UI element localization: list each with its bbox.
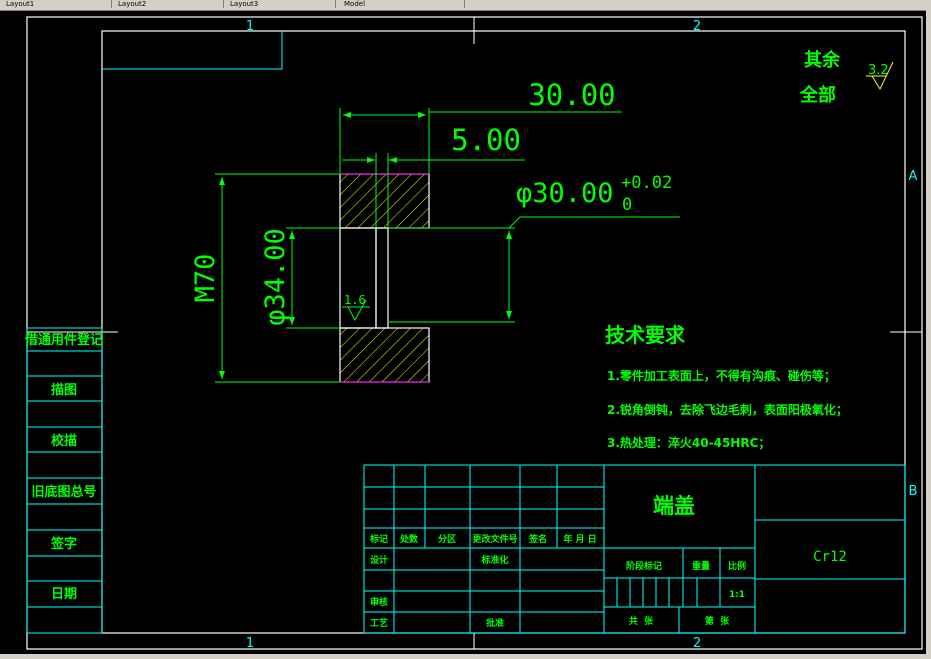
drawing-canvas[interactable]: 1 2 1 2 A B 其余 全部 3.2 30.00 5.00 φ30.00 … <box>0 10 926 654</box>
horizontal-scrollbar[interactable] <box>0 654 931 659</box>
side-panel-label-1: 借通用件登记 <box>24 332 103 348</box>
weight-label: 重量 <box>692 560 710 572</box>
side-panel-label-2: 描图 <box>51 382 77 398</box>
roughness-note: 其余 全部 3.2 <box>799 49 894 106</box>
material-value: Cr12 <box>813 549 847 565</box>
zone-letter-a: A <box>909 169 918 184</box>
tech-req-item-2: 2.锐角倒钝，去除飞边毛刺，表面阳极氧化； <box>607 402 848 417</box>
part-section-view <box>339 173 430 383</box>
side-panel-label-3: 校描 <box>51 433 77 449</box>
process-label: 工艺 <box>370 617 388 629</box>
dim-overall-length: 30.00 <box>528 78 615 112</box>
approve-label: 批准 <box>486 617 504 629</box>
header-label-date: 年 月 日 <box>563 533 596 545</box>
zone-number-bottom-left: 1 <box>246 636 254 651</box>
layout-tab-2[interactable]: Layout2 <box>114 0 224 8</box>
zone-number-top-right: 2 <box>693 19 701 34</box>
title-block: 标记 处数 分区 更改文件号 签名 年 月 日 设计 标准化 审核 工艺 批准 … <box>363 464 906 634</box>
side-panel-label-5: 签字 <box>50 536 77 552</box>
scale-label: 比例 <box>728 560 746 572</box>
dim-bore-tol-upper: +0.02 <box>621 173 672 193</box>
zone-number-top-left: 1 <box>246 19 254 34</box>
zone-number-bottom-right: 2 <box>693 636 701 651</box>
tech-req-item-3: 3.热处理：淬火40-45HRC； <box>607 435 770 450</box>
drawing-code-box <box>102 31 283 70</box>
total-sheets-label: 共 张 <box>629 615 654 627</box>
dim-bore-dia: φ30.00 <box>516 178 614 209</box>
dim-inner-dia: φ34.00 <box>260 228 291 326</box>
model-tab[interactable]: Model <box>340 0 465 8</box>
side-panel-label-4: 旧底图总号 <box>31 484 96 500</box>
design-label: 设计 <box>370 554 388 566</box>
stage-mark-label: 阶段标记 <box>626 560 662 572</box>
local-roughness-value: 1.6 <box>344 293 366 307</box>
standardize-label: 标准化 <box>480 554 508 566</box>
side-panel: 借通用件登记 描图 校描 旧底图总号 签字 日期 <box>24 327 103 634</box>
dim-step-width: 5.00 <box>451 123 521 157</box>
tech-req-title: 技术要求 <box>605 323 686 347</box>
roughness-note-line1: 其余 <box>804 49 841 71</box>
header-label-change-doc: 更改文件号 <box>472 533 517 545</box>
roughness-note-line2: 全部 <box>799 84 836 106</box>
layout-tab-3[interactable]: Layout3 <box>226 0 336 8</box>
part-name: 端盖 <box>653 494 695 518</box>
sheet-no-label: 第 张 <box>705 615 730 627</box>
review-label: 审核 <box>370 596 388 608</box>
dim-bore-tol-lower: 0 <box>622 195 632 215</box>
header-label-count: 处数 <box>399 533 419 545</box>
header-label-signature: 签名 <box>528 533 547 545</box>
header-label-mark: 标记 <box>369 533 388 545</box>
header-label-zone: 分区 <box>438 533 456 545</box>
tech-req-item-1: 1.零件加工表面上，不得有沟痕、碰伤等； <box>607 368 836 383</box>
layout-tab-1[interactable]: Layout1 <box>2 0 112 8</box>
zone-letter-b: B <box>909 484 918 499</box>
dim-thread: M70 <box>190 254 221 303</box>
vertical-scrollbar[interactable] <box>926 10 931 659</box>
side-panel-label-6: 日期 <box>51 587 77 602</box>
scale-value: 1:1 <box>729 590 745 600</box>
tech-requirements: 技术要求 1.零件加工表面上，不得有沟痕、碰伤等； 2.锐角倒钝，去除飞边毛刺，… <box>605 323 848 450</box>
